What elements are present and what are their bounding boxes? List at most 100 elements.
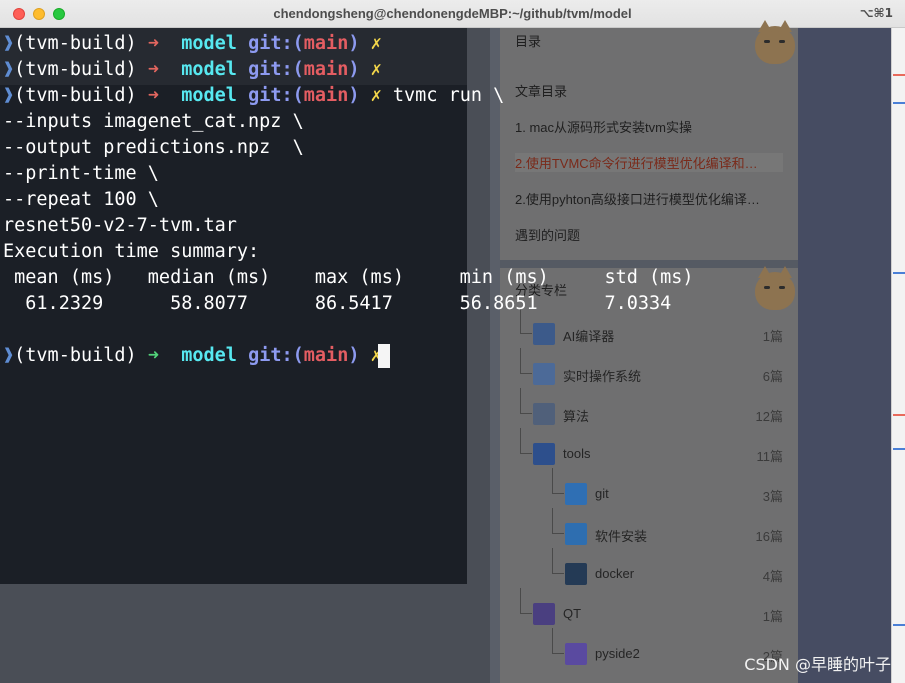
toc-item-active[interactable]: 2.使用TVMC命令行进行模型优化编译和… bbox=[515, 153, 783, 172]
category-label: git bbox=[595, 486, 609, 501]
category-count: 1篇 bbox=[762, 609, 783, 624]
category-count: 6篇 bbox=[762, 369, 783, 384]
category-count: 12篇 bbox=[755, 409, 783, 424]
prompt-branch: main bbox=[303, 345, 349, 366]
category-item[interactable]: git 3篇 bbox=[500, 468, 798, 506]
prompt-dir: model bbox=[181, 33, 237, 54]
text-cursor bbox=[378, 344, 390, 368]
tree-connector bbox=[552, 548, 564, 574]
summary-title: Execution time summary: bbox=[3, 241, 260, 262]
toc-heading: 文章目录 bbox=[515, 84, 568, 99]
dirty-icon: ✗ bbox=[370, 59, 382, 80]
window-title: chendongsheng@chendonengdeMBP:~/github/t… bbox=[273, 6, 632, 21]
category-label: 软件安装 bbox=[595, 529, 648, 544]
arrow-icon: ➜ bbox=[147, 59, 159, 80]
command-line: ❱(tvm-build) ➜ model git:(main) ✗ tvmc r… bbox=[3, 85, 505, 106]
page-scrollbar[interactable] bbox=[891, 28, 905, 683]
category-item[interactable]: 实时操作系统 6篇 bbox=[500, 348, 798, 386]
csdn-watermark: CSDN @早睡的叶子 bbox=[744, 655, 891, 674]
command-arg: resnet50-v2-7-tvm.tar bbox=[3, 215, 237, 236]
prompt-env: (tvm-build) bbox=[14, 345, 137, 366]
scroll-marker bbox=[893, 74, 905, 76]
category-item[interactable]: docker 4篇 bbox=[500, 548, 798, 586]
prompt-branch: main bbox=[303, 33, 349, 54]
tree-connector bbox=[520, 348, 532, 374]
prompt-git-close: ) bbox=[348, 85, 360, 106]
tree-connector bbox=[552, 508, 564, 534]
category-label: docker bbox=[595, 566, 635, 581]
category-label: 实时操作系统 bbox=[563, 369, 642, 384]
scroll-marker bbox=[893, 102, 905, 104]
toc-item[interactable]: 遇到的问题 bbox=[515, 225, 783, 244]
category-thumbnail-icon bbox=[565, 563, 587, 585]
cat-mascot-icon bbox=[755, 266, 795, 310]
category-count: 16篇 bbox=[755, 529, 783, 544]
category-thumbnail-icon bbox=[533, 603, 555, 625]
category-thumbnail-icon bbox=[533, 363, 555, 385]
command-arg: --print-time \ bbox=[3, 163, 159, 184]
prompt-dir: model bbox=[181, 345, 237, 366]
prompt-env: (tvm-build) bbox=[14, 85, 137, 106]
tree-connector bbox=[520, 428, 532, 454]
prompt-git-close: ) bbox=[348, 345, 360, 366]
tree-connector bbox=[520, 388, 532, 414]
command-text: tvmc run \ bbox=[392, 85, 505, 106]
category-thumbnail-icon bbox=[565, 523, 587, 545]
scroll-marker bbox=[893, 448, 905, 450]
category-item[interactable]: 算法 12篇 bbox=[500, 388, 798, 426]
category-thumbnail-icon bbox=[565, 643, 587, 665]
category-item[interactable]: tools 11篇 bbox=[500, 428, 798, 466]
arrow-icon: ➜ bbox=[147, 33, 159, 54]
prompt-env: (tvm-build) bbox=[14, 33, 137, 54]
category-thumbnail-icon bbox=[565, 483, 587, 505]
prompt-dir: model bbox=[181, 85, 237, 106]
category-count: 11篇 bbox=[756, 449, 784, 464]
prompt-git: git:( bbox=[248, 33, 304, 54]
prompt-dir: model bbox=[181, 59, 237, 80]
cat-mascot-icon bbox=[755, 20, 795, 64]
command-arg: --output predictions.npz \ bbox=[3, 137, 304, 158]
prompt-line: ❱(tvm-build) ➜ model git:(main) ✗ bbox=[3, 33, 382, 54]
scroll-marker bbox=[893, 624, 905, 626]
category-label: tools bbox=[563, 446, 591, 461]
scroll-marker bbox=[893, 414, 905, 416]
dirty-icon: ✗ bbox=[370, 33, 382, 54]
active-prompt-line[interactable]: ❱(tvm-build) ➜ model git:(main) ✗ bbox=[3, 343, 382, 369]
dirty-icon: ✗ bbox=[370, 85, 382, 106]
tree-connector bbox=[552, 468, 564, 494]
prompt-branch: main bbox=[303, 85, 349, 106]
summary-values: 61.2329 58.8077 86.5417 56.8651 7.0334 bbox=[3, 293, 672, 314]
arrow-icon: ➜ bbox=[147, 85, 159, 106]
column-divider bbox=[490, 28, 500, 683]
category-count: 1篇 bbox=[762, 329, 783, 344]
command-arg: --repeat 100 \ bbox=[3, 189, 159, 210]
toc-card: 目录 文章目录 1. mac从源码形式安装tvm实操 2.使用TVMC命令行进行… bbox=[500, 20, 798, 260]
category-item[interactable]: 软件安装 16篇 bbox=[500, 508, 798, 546]
scroll-marker bbox=[893, 272, 905, 274]
window-shortcut: ⌥⌘1 bbox=[859, 6, 893, 20]
toc-item[interactable]: 1. mac从源码形式安装tvm实操 bbox=[515, 117, 783, 136]
category-item[interactable]: QT 1篇 bbox=[500, 588, 798, 626]
tree-connector bbox=[552, 628, 564, 654]
summary-header: mean (ms) median (ms) max (ms) min (ms) … bbox=[3, 267, 694, 288]
prompt-git: git:( bbox=[248, 345, 304, 366]
category-label: QT bbox=[563, 606, 582, 621]
prompt-git: git:( bbox=[248, 85, 304, 106]
prompt-branch: main bbox=[303, 59, 349, 80]
category-label: 算法 bbox=[563, 409, 590, 424]
category-item[interactable]: AI编译器 1篇 bbox=[500, 308, 798, 346]
categories-card: 分类专栏 AI编译器 1篇 实时操作系统 6篇 算法 12篇 tools 11篇 git 3篇 软件… bbox=[500, 266, 798, 683]
category-label: pyside2 bbox=[595, 646, 640, 661]
category-thumbnail-icon bbox=[533, 323, 555, 345]
prompt-line: ❱(tvm-build) ➜ model git:(main) ✗ bbox=[3, 59, 382, 80]
tree-connector bbox=[520, 588, 532, 614]
toc-title: 目录 bbox=[515, 34, 542, 49]
category-count: 3篇 bbox=[762, 489, 783, 504]
category-thumbnail-icon bbox=[533, 443, 555, 465]
command-arg: --inputs imagenet_cat.npz \ bbox=[3, 111, 304, 132]
toc-item[interactable]: 2.使用pyhton高级接口进行模型优化编译… bbox=[515, 189, 783, 208]
category-label: AI编译器 bbox=[563, 329, 615, 344]
category-count: 4篇 bbox=[762, 569, 783, 584]
prompt-git-close: ) bbox=[348, 33, 360, 54]
right-gutter bbox=[798, 28, 891, 683]
